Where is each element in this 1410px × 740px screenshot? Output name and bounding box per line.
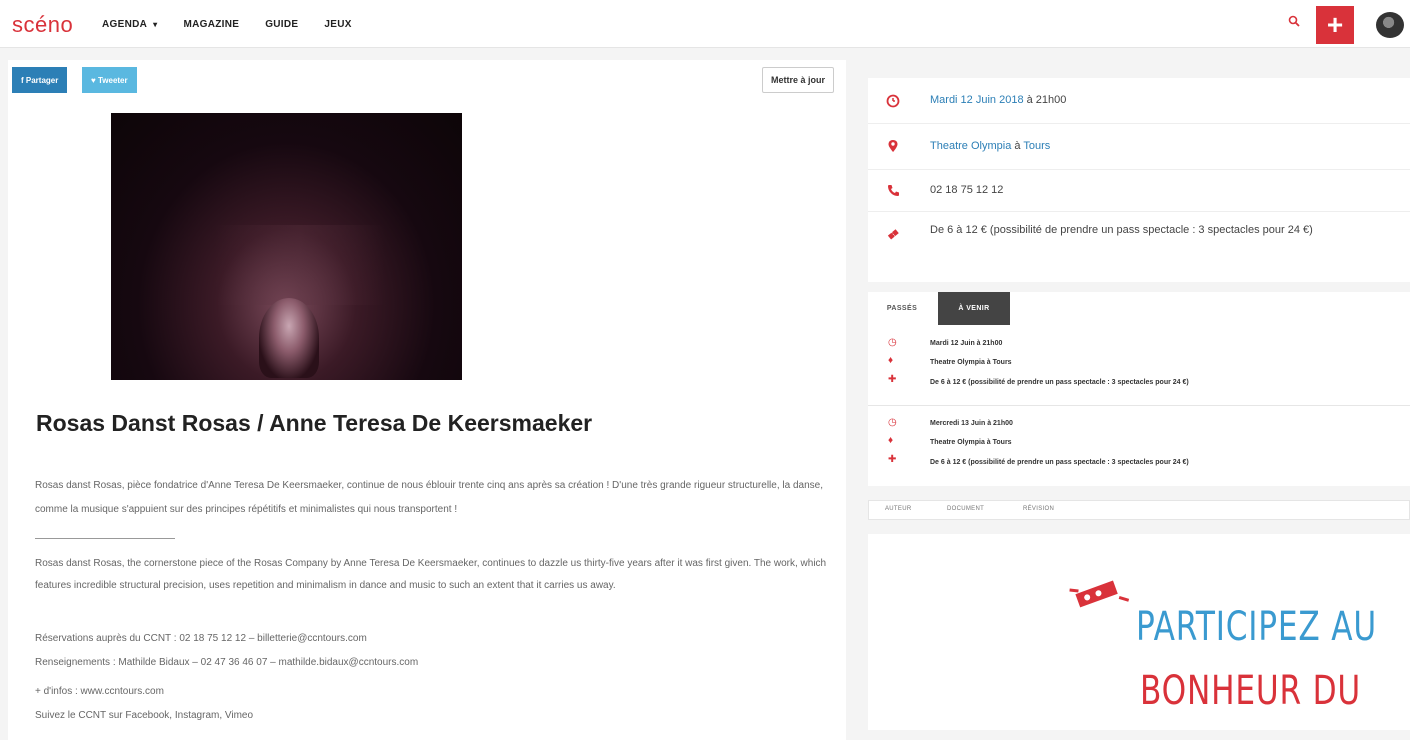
venue-link[interactable]: Theatre Olympia xyxy=(930,140,1011,152)
venue-city-prefix: à xyxy=(1014,140,1021,152)
schedule-entry: ◷ Mercredi 13 Juin à 21h00 ♦ Theatre Oly… xyxy=(868,406,1410,486)
info-link[interactable]: + d'infos : www.ccntours.com xyxy=(35,686,164,697)
map-pin-icon: ♦ xyxy=(888,355,894,366)
tab-past[interactable]: PASSÉS xyxy=(872,292,932,325)
user-avatar[interactable] xyxy=(1376,12,1404,38)
nav-item-jeux[interactable]: JEUX xyxy=(324,19,351,30)
phone-number: 02 18 75 12 12 xyxy=(930,184,1004,196)
event-title: Rosas Danst Rosas / Anne Teresa De Keers… xyxy=(36,410,593,436)
event-photo xyxy=(111,113,462,380)
map-pin-icon xyxy=(886,139,900,153)
tab-document[interactable]: DOCUMENT xyxy=(947,506,984,512)
tab-upcoming[interactable]: À VENIR xyxy=(938,292,1010,325)
price-text: De 6 à 12 € (possibilité de prendre un p… xyxy=(930,224,1313,236)
schedule-date: Mardi 12 Juin à 21h00 xyxy=(930,340,1003,347)
chevron-down-icon: ▾ xyxy=(153,19,158,29)
map-pin-icon: ♦ xyxy=(888,435,894,446)
schedule-entry: ◷ Mardi 12 Juin à 21h00 ♦ Theatre Olympi… xyxy=(868,325,1410,405)
contact-text: Renseignements : Mathilde Bidaux – 02 47… xyxy=(35,657,419,668)
info-row-date: Mardi 12 Juin 2018 à 21h00 xyxy=(868,78,1410,124)
nav-item-magazine[interactable]: MAGAZINE xyxy=(183,19,239,30)
info-venue: Theatre Olympia à Tours xyxy=(930,136,1050,157)
clock-icon xyxy=(886,94,900,108)
event-info-panel: Mardi 12 Juin 2018 à 21h00 Theatre Olymp… xyxy=(868,78,1410,282)
nav-item-agenda[interactable]: AGENDA ▾ xyxy=(102,19,157,30)
description-english: Rosas danst Rosas, the cornerstone piece… xyxy=(35,558,827,591)
photo-dancer-figure xyxy=(259,298,319,378)
info-row-venue: Theatre Olympia à Tours xyxy=(868,124,1410,170)
schedule-panel: PASSÉS À VENIR ◷ Mardi 12 Juin à 21h00 ♦… xyxy=(868,292,1410,486)
info-row-phone: 02 18 75 12 12 xyxy=(868,170,1410,212)
ticket-icon: ✚ xyxy=(888,374,897,385)
event-date-link[interactable]: Mardi 12 Juin 2018 xyxy=(930,94,1024,106)
update-button[interactable]: Mettre à jour xyxy=(762,67,835,93)
ticket-icon xyxy=(1066,566,1135,629)
schedule-venue: Theatre Olympia à Tours xyxy=(930,359,1012,366)
phone-icon xyxy=(886,183,900,197)
meta-tabs: AUTEUR DOCUMENT RÉVISION xyxy=(868,500,1410,520)
promo-banner[interactable]: PARTICIPEZ AU BONHEUR DU xyxy=(868,534,1410,730)
main-menu: AGENDA ▾ MAGAZINE GUIDE JEUX xyxy=(102,0,378,48)
schedule-date: Mercredi 13 Juin à 21h00 xyxy=(930,420,1013,427)
schedule-price: De 6 à 12 € (possibilité de prendre un p… xyxy=(930,459,1189,466)
schedule-venue: Theatre Olympia à Tours xyxy=(930,439,1012,446)
promo-line-1: PARTICIPEZ AU xyxy=(1136,604,1377,650)
description-divider xyxy=(35,538,175,539)
search-icon[interactable] xyxy=(1288,14,1300,30)
ticket-icon xyxy=(886,227,900,241)
clock-icon: ◷ xyxy=(888,417,897,428)
event-article: f Partager ♥ Tweeter Mettre à jour Rosas… xyxy=(8,60,846,740)
schedule-price: De 6 à 12 € (possibilité de prendre un p… xyxy=(930,379,1189,386)
tab-revision[interactable]: RÉVISION xyxy=(1023,506,1054,512)
share-facebook-button[interactable]: f Partager xyxy=(12,67,68,93)
description-french: Rosas danst Rosas, pièce fondatrice d'An… xyxy=(35,480,823,515)
follow-text: Suivez le CCNT sur Facebook, Instagram, … xyxy=(35,710,254,721)
nav-item-agenda-label: AGENDA xyxy=(102,18,148,30)
nav-item-guide[interactable]: GUIDE xyxy=(265,19,298,30)
info-row-price: De 6 à 12 € (possibilité de prendre un p… xyxy=(868,212,1410,282)
top-navigation: scéno AGENDA ▾ MAGAZINE GUIDE JEUX + xyxy=(0,0,1410,48)
event-time: à 21h00 xyxy=(1026,94,1067,106)
promo-line-2: BONHEUR DU xyxy=(1140,668,1362,714)
share-twitter-button[interactable]: ♥ Tweeter xyxy=(82,67,137,93)
reservations-text: Réservations auprès du CCNT : 02 18 75 1… xyxy=(35,633,367,644)
tab-author[interactable]: AUTEUR xyxy=(885,506,911,512)
ticket-icon: ✚ xyxy=(888,454,897,465)
site-logo[interactable]: scéno xyxy=(12,12,73,38)
info-date: Mardi 12 Juin 2018 à 21h00 xyxy=(930,90,1066,111)
clock-icon: ◷ xyxy=(888,337,897,348)
city-link[interactable]: Tours xyxy=(1023,140,1050,152)
add-event-button[interactable]: + xyxy=(1316,6,1354,44)
photo-background-shade xyxy=(215,225,385,305)
